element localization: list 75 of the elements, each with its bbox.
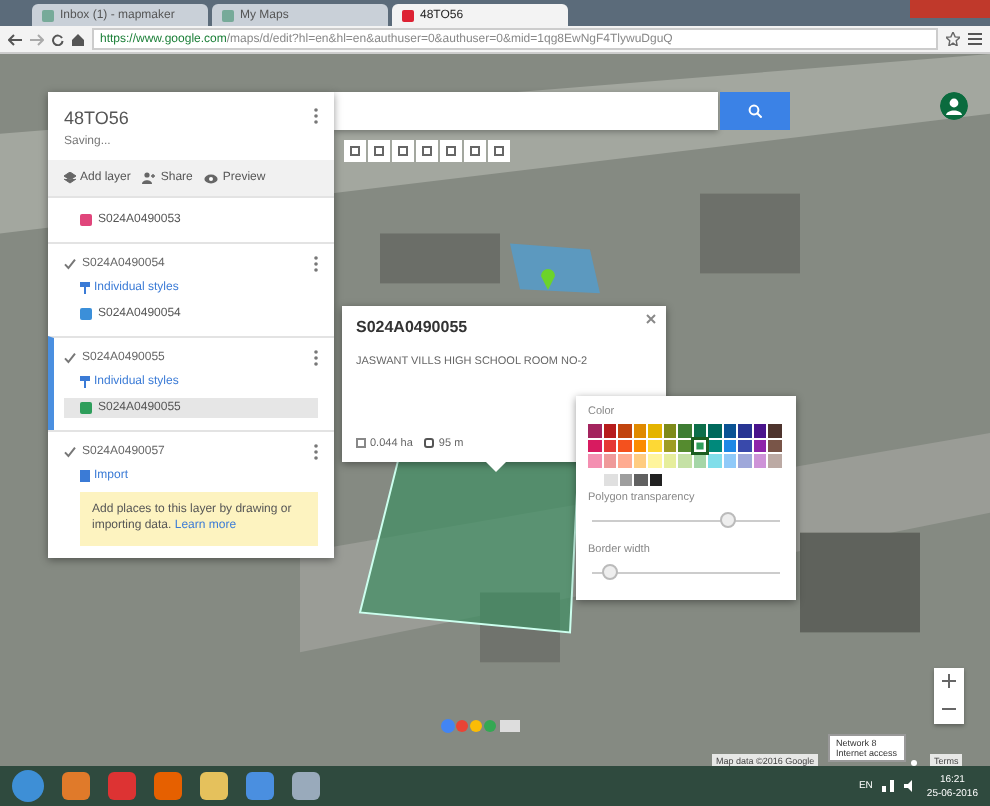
search-field[interactable]: [334, 92, 718, 130]
color-swatch[interactable]: [633, 454, 646, 467]
color-swatch[interactable]: [648, 424, 661, 437]
map-marker[interactable]: [540, 266, 556, 290]
back-icon[interactable]: [8, 33, 22, 45]
add-person-icon: [142, 172, 157, 184]
eye-icon: [204, 173, 219, 183]
slider-thumb[interactable]: [719, 512, 736, 528]
logo-icon: [440, 718, 520, 734]
slider-thumb[interactable]: [602, 564, 619, 580]
plus-icon: [942, 673, 956, 687]
color-swatch[interactable]: [588, 424, 601, 437]
close-icon[interactable]: [646, 314, 656, 324]
color-swatch[interactable]: [663, 454, 676, 467]
color-swatch[interactable]: [663, 439, 676, 452]
checkmark-icon[interactable]: [64, 258, 76, 270]
color-swatch[interactable]: [618, 439, 631, 452]
color-swatch[interactable]: [634, 473, 647, 486]
color-swatch[interactable]: [723, 454, 736, 467]
zoom-in-button[interactable]: [934, 668, 964, 696]
search-button[interactable]: [720, 92, 790, 130]
color-swatch[interactable]: [768, 439, 781, 452]
color-swatch[interactable]: [588, 454, 601, 467]
color-swatch[interactable]: [738, 454, 751, 467]
color-swatch[interactable]: [678, 439, 691, 452]
color-swatch[interactable]: [753, 439, 766, 452]
star-icon[interactable]: [946, 32, 960, 46]
color-swatch[interactable]: [708, 454, 721, 467]
area-icon: [356, 438, 366, 448]
color-swatch[interactable]: [723, 424, 736, 437]
feature-title: S024A0490055: [356, 318, 470, 336]
color-swatch[interactable]: [618, 424, 631, 437]
color-swatch[interactable]: [633, 439, 646, 452]
avatar-icon[interactable]: [940, 92, 968, 120]
color-swatch[interactable]: [738, 424, 751, 437]
map-title[interactable]: 48TO56: [64, 108, 129, 128]
layers-icon: [64, 172, 76, 184]
color-swatch[interactable]: [768, 424, 781, 437]
color-swatch[interactable]: [693, 439, 706, 452]
network-icon[interactable]: [882, 780, 895, 792]
reload-icon[interactable]: [52, 33, 64, 45]
home-icon[interactable]: [72, 33, 84, 45]
forward-icon[interactable]: [30, 33, 44, 45]
color-swatch[interactable]: [604, 473, 617, 486]
volume-icon[interactable]: [904, 780, 917, 792]
checkmark-icon[interactable]: [64, 446, 76, 458]
color-swatch[interactable]: [648, 439, 661, 452]
paint-roller-icon: [80, 376, 90, 388]
search-icon: [748, 104, 762, 118]
color-swatch[interactable]: [603, 439, 616, 452]
color-swatch[interactable]: [663, 424, 676, 437]
document-icon: [80, 470, 90, 482]
color-swatch[interactable]: [753, 424, 766, 437]
color-swatch[interactable]: [603, 454, 616, 467]
color-swatch[interactable]: [588, 439, 601, 452]
color-swatch[interactable]: [603, 424, 616, 437]
color-swatch[interactable]: [648, 454, 661, 467]
color-swatch[interactable]: [768, 454, 781, 467]
paint-roller-icon: [80, 282, 90, 294]
start-button[interactable]: [12, 770, 44, 802]
color-swatch[interactable]: [708, 424, 721, 437]
color-swatch[interactable]: [633, 424, 646, 437]
color-swatch[interactable]: [693, 424, 706, 437]
color-swatch[interactable]: [649, 473, 662, 486]
checkmark-icon[interactable]: [64, 352, 76, 364]
color-swatch[interactable]: [678, 424, 691, 437]
color-swatch[interactable]: [618, 454, 631, 467]
color-swatch[interactable]: [678, 454, 691, 467]
color-swatch[interactable]: [753, 454, 766, 467]
menu-icon[interactable]: [968, 32, 982, 46]
color-swatch[interactable]: [619, 473, 632, 486]
zoom-out-button[interactable]: [934, 696, 964, 724]
color-swatch[interactable]: [723, 439, 736, 452]
color-swatch[interactable]: [738, 439, 751, 452]
perimeter-icon: [424, 438, 435, 448]
